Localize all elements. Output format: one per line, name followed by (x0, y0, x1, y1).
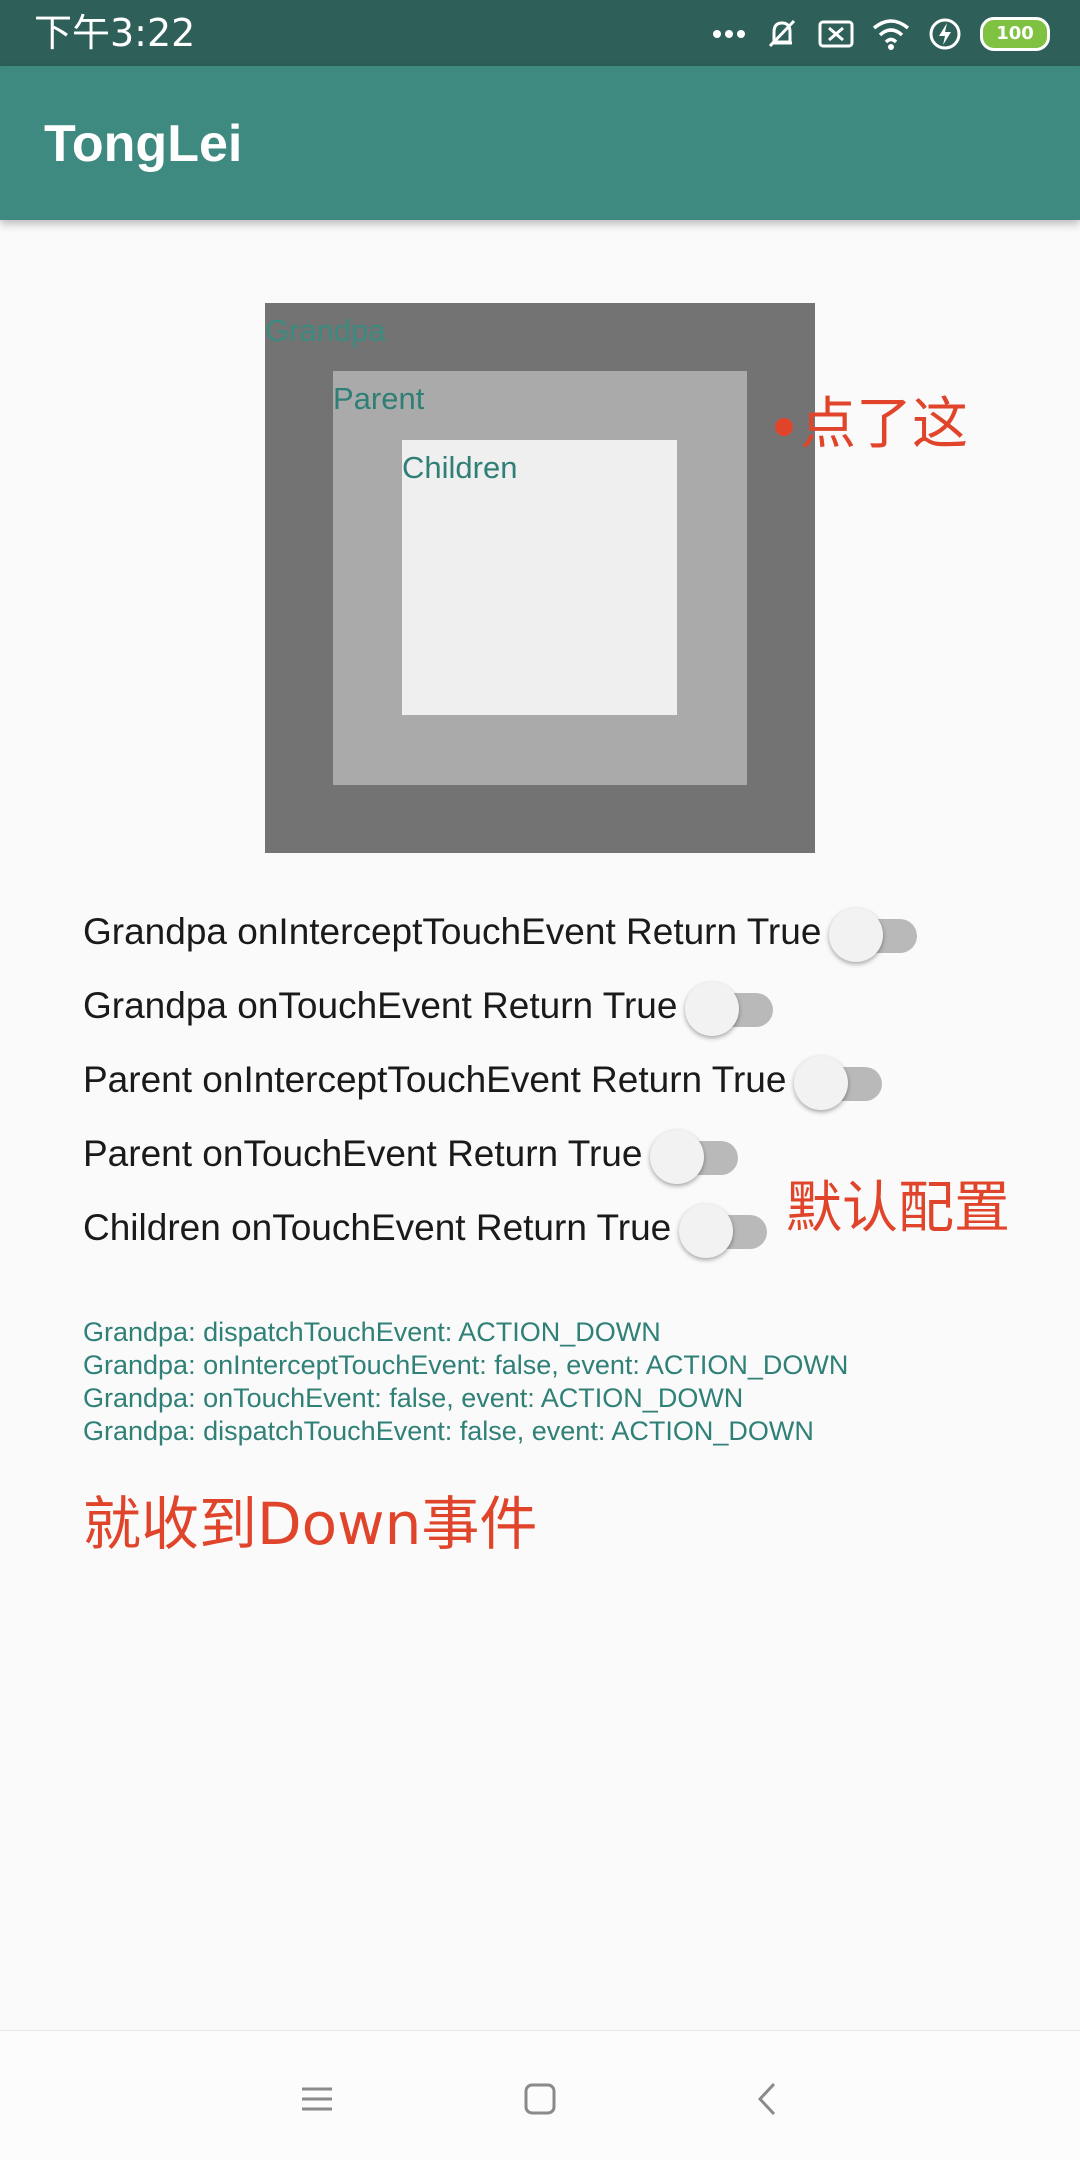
switch-label: Parent onTouchEvent Return True (83, 1133, 643, 1174)
annotation-default-config: 默认配置 (786, 1176, 1010, 1241)
touch-point-marker (775, 418, 793, 436)
switch-thumb (794, 1056, 849, 1110)
more-dots-icon (712, 29, 746, 39)
parent-view[interactable]: Parent Children (333, 371, 747, 785)
switch-thumb (685, 982, 740, 1036)
navigation-bar (0, 2030, 1080, 2160)
switch-row-children-touch: Children onTouchEvent Return True (83, 1198, 769, 1258)
log-line: Grandpa: onInterceptTouchEvent: false, e… (83, 1350, 849, 1380)
status-icons: 100 (712, 14, 1050, 54)
parent-touch-switch[interactable] (650, 1124, 740, 1184)
annotation-only-down: 就收到Down事件 (83, 1490, 538, 1558)
log-line: Grandpa: dispatchTouchEvent: ACTION_DOWN (83, 1317, 661, 1347)
status-time: 下午3:22 (34, 11, 196, 55)
switch-row-grandpa-intercept: Grandpa onInterceptTouchEvent Return Tru… (83, 902, 919, 962)
switch-label: Children onTouchEvent Return True (83, 1207, 672, 1248)
wifi-icon (872, 18, 910, 50)
parent-label: Parent (333, 381, 425, 416)
sim-off-icon (818, 19, 854, 49)
battery-icon: 100 (980, 17, 1050, 51)
screen: 下午3:22 100 TongLei Grandpa Parent Childr… (0, 0, 1080, 2160)
switch-label: Grandpa onTouchEvent Return True (83, 985, 678, 1026)
grandpa-view[interactable]: Grandpa Parent Children (265, 303, 815, 853)
switch-thumb (650, 1130, 705, 1184)
parent-intercept-switch[interactable] (794, 1050, 884, 1110)
switch-row-grandpa-touch: Grandpa onTouchEvent Return True (83, 976, 775, 1036)
charging-icon (928, 17, 962, 51)
event-log: Grandpa: dispatchTouchEvent: ACTION_DOWN… (83, 1316, 848, 1448)
grandpa-touch-switch[interactable] (685, 976, 775, 1036)
grandpa-intercept-switch[interactable] (829, 902, 919, 962)
menu-icon[interactable] (287, 2069, 347, 2129)
children-touch-switch[interactable] (679, 1198, 769, 1258)
grandpa-label: Grandpa (265, 313, 386, 348)
switch-thumb (829, 908, 884, 962)
status-bar: 下午3:22 100 (0, 0, 1080, 66)
switch-thumb (679, 1204, 734, 1258)
silent-icon (764, 16, 800, 52)
home-icon[interactable] (510, 2069, 570, 2129)
children-label: Children (402, 450, 518, 485)
switch-label: Parent onInterceptTouchEvent Return True (83, 1059, 787, 1100)
log-line: Grandpa: dispatchTouchEvent: false, even… (83, 1416, 814, 1446)
switch-row-parent-intercept: Parent onInterceptTouchEvent Return True (83, 1050, 884, 1110)
annotation-clicked-here: 点了这 (800, 392, 968, 457)
log-line: Grandpa: onTouchEvent: false, event: ACT… (83, 1383, 744, 1413)
app-bar: TongLei (0, 66, 1080, 220)
switch-row-parent-touch: Parent onTouchEvent Return True (83, 1124, 740, 1184)
app-title: TongLei (44, 115, 243, 173)
switch-label: Grandpa onInterceptTouchEvent Return Tru… (83, 911, 822, 952)
children-view[interactable]: Children (402, 440, 677, 715)
back-icon[interactable] (737, 2069, 797, 2129)
